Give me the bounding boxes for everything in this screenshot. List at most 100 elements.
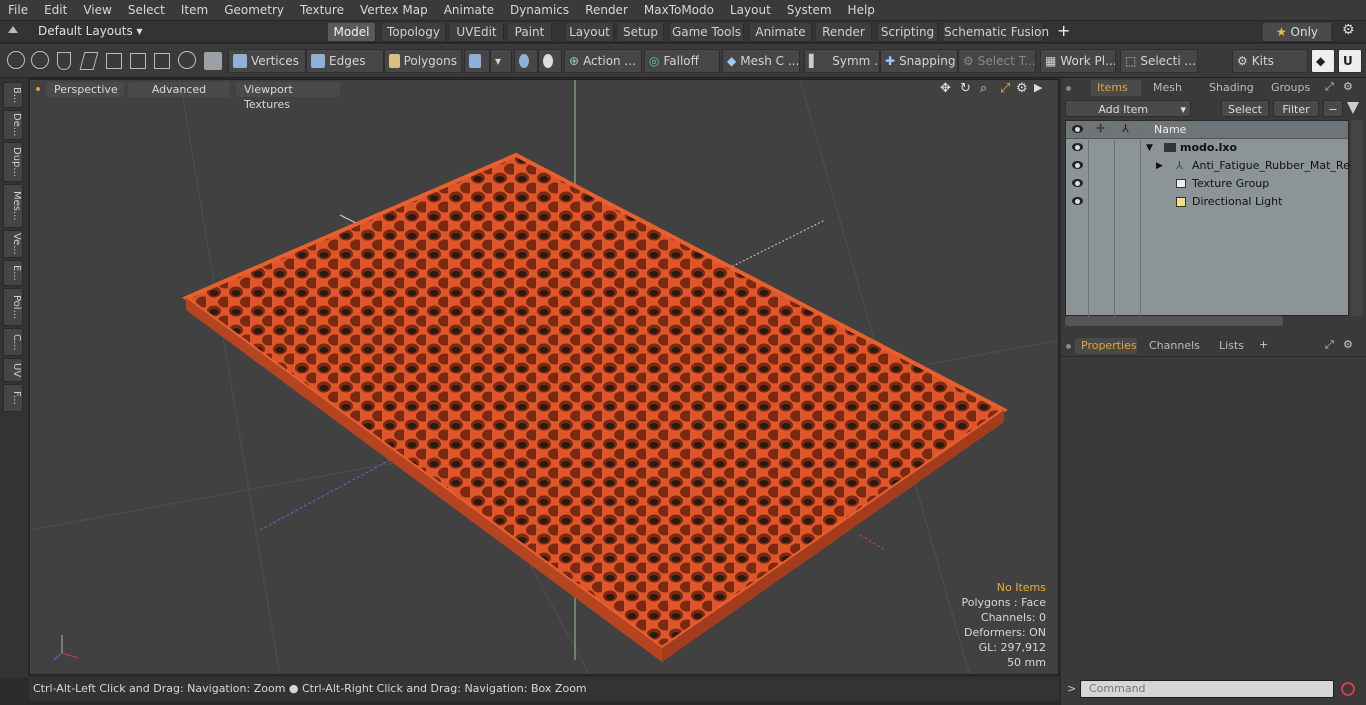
menu-animate[interactable]: Animate [436, 3, 502, 17]
viewport-gear-icon[interactable]: ⚙ [1016, 81, 1028, 96]
tab-paint[interactable]: Paint [508, 23, 552, 41]
menu-view[interactable]: View [75, 3, 119, 17]
tree-row-mesh[interactable]: ▶ ⅄ Anti_Fatigue_Rubber_Mat_Red [1066, 157, 1357, 175]
menu-maxtomodo[interactable]: MaxToModo [636, 3, 722, 17]
tab-game-tools[interactable]: Game Tools [670, 23, 744, 41]
advanced-button[interactable]: Advanced [128, 82, 230, 97]
expand-arrow-icon[interactable]: ▶ [1156, 157, 1163, 175]
tab-setup[interactable]: Setup [618, 23, 664, 41]
stack-icon[interactable] [106, 53, 122, 69]
filter-button[interactable]: Filter [1273, 100, 1319, 117]
left-tab-2[interactable]: Dup... [3, 142, 23, 182]
tab-scripting[interactable]: Scripting [878, 23, 938, 41]
items-gear-icon[interactable]: ⚙ [1343, 80, 1353, 93]
polygons-button[interactable]: Polygons [384, 49, 462, 73]
tree-scrollbar[interactable] [1351, 120, 1363, 316]
selectt-button[interactable]: ⚙ Select T... [958, 49, 1036, 73]
menu-help[interactable]: Help [840, 3, 883, 17]
select-circle-icon[interactable] [7, 51, 25, 69]
material-button[interactable] [514, 49, 538, 73]
viewport-textures-button[interactable]: Viewport Textures [236, 82, 340, 111]
props-tab-0[interactable]: Properties [1075, 338, 1137, 354]
tree-hscroll[interactable] [1065, 316, 1283, 326]
visibility-eye-icon[interactable] [1072, 143, 1083, 151]
perspective-button[interactable]: Perspective [46, 82, 124, 97]
tree-row-scene[interactable]: ▼ modo.lxo [1066, 139, 1348, 157]
left-tab-4[interactable]: Ve... [3, 230, 23, 258]
rubber-mat[interactable] [182, 152, 1008, 662]
frame-icon[interactable] [154, 53, 170, 69]
cube-icon[interactable] [204, 52, 222, 70]
menu-vertex-map[interactable]: Vertex Map [352, 3, 436, 17]
kits-button[interactable]: ⚙ Kits [1232, 49, 1308, 73]
visibility-eye-icon[interactable] [1072, 161, 1083, 169]
items-expand-icon[interactable]: ⤢ [1325, 80, 1334, 94]
left-tab-8[interactable]: UV [3, 358, 23, 382]
unreal-button[interactable]: U [1338, 49, 1362, 73]
tab-animate[interactable]: Animate [750, 23, 812, 41]
left-tab-3[interactable]: Mes... [3, 184, 23, 228]
layout-arrow-icon[interactable] [8, 26, 18, 33]
items-tab-3[interactable]: Groups [1265, 80, 1315, 96]
tab-model[interactable]: Model [328, 23, 376, 41]
items-tab-1[interactable]: Mesh ... [1147, 80, 1197, 110]
collapse-button[interactable]: − [1323, 100, 1343, 117]
meshc-button[interactable]: ◆ Mesh C ... [722, 49, 800, 73]
maximize-view-icon[interactable]: ⤢ [1000, 81, 1010, 96]
menu-item[interactable]: Item [173, 3, 216, 17]
expand-arrow-icon[interactable]: ▼ [1146, 139, 1153, 157]
tree-row-light[interactable]: Directional Light [1066, 193, 1348, 211]
left-tab-1[interactable]: De... [3, 110, 23, 140]
pen-icon[interactable] [57, 52, 71, 70]
tab-render[interactable]: Render [816, 23, 872, 41]
tab-schematic-fusion[interactable]: Schematic Fusion [944, 23, 1049, 41]
props-add-tab-icon[interactable]: + [1259, 338, 1268, 351]
selecti-button[interactable]: ⬚ Selecti ... [1120, 49, 1198, 73]
tab-topology[interactable]: Topology [382, 23, 446, 41]
action-button[interactable]: ⊕ Action ... [564, 49, 642, 73]
clock-icon[interactable] [178, 51, 196, 69]
tab-uvedit[interactable]: UVEdit [450, 23, 504, 41]
zoom-view-icon[interactable]: ⌕ [980, 81, 987, 96]
viewport-scene[interactable] [30, 80, 1059, 675]
unity-button[interactable]: ◆ [1311, 49, 1335, 73]
funnel-icon[interactable] [1347, 102, 1359, 114]
left-tab-0[interactable]: B... [3, 82, 23, 108]
tree-row-texture-group[interactable]: Texture Group [1066, 175, 1348, 193]
material2-button[interactable] [538, 49, 562, 73]
menu-geometry[interactable]: Geometry [216, 3, 292, 17]
left-tab-5[interactable]: E... [3, 260, 23, 286]
mode-dropdown[interactable]: ▾ [490, 49, 512, 73]
symm-button[interactable]: ▌ Symm ... [804, 49, 880, 73]
layout-selector[interactable]: Default Layouts ▾ [38, 24, 143, 38]
left-tab-7[interactable]: C... [3, 328, 23, 356]
left-tab-9[interactable]: F... [3, 384, 23, 412]
menu-edit[interactable]: Edit [36, 3, 75, 17]
record-icon[interactable] [1341, 682, 1355, 696]
props-tab-1[interactable]: Channels [1143, 338, 1209, 354]
add-item-button[interactable]: Add Item ▾ [1065, 100, 1191, 117]
workpl-button[interactable]: ▦ Work Pl... [1040, 49, 1116, 73]
menu-render[interactable]: Render [577, 3, 636, 17]
props-gear-icon[interactable]: ⚙ [1343, 338, 1353, 351]
menu-dynamics[interactable]: Dynamics [502, 3, 577, 17]
left-tab-6[interactable]: Pol... [3, 288, 23, 326]
grid-icon[interactable] [130, 53, 146, 69]
menu-file[interactable]: File [0, 3, 36, 17]
rotate-view-icon[interactable]: ↻ [960, 81, 971, 96]
props-expand-icon[interactable]: ⤢ [1325, 338, 1334, 352]
item-mode-button[interactable] [464, 49, 490, 73]
tab-layout[interactable]: Layout [566, 23, 614, 41]
snapping-button[interactable]: ✚ Snapping [880, 49, 958, 73]
menu-layout[interactable]: Layout [722, 3, 779, 17]
gear-icon[interactable]: ⚙ [1342, 22, 1355, 38]
items-tab-0[interactable]: Items [1091, 80, 1141, 96]
edges-button[interactable]: Edges [306, 49, 384, 73]
visibility-eye-icon[interactable] [1072, 179, 1083, 187]
menu-select[interactable]: Select [120, 3, 173, 17]
move-view-icon[interactable]: ✥ [940, 81, 951, 96]
brush-icon[interactable] [79, 52, 99, 70]
only-toggle[interactable]: ★ Only [1263, 23, 1331, 41]
menu-system[interactable]: System [779, 3, 840, 17]
items-tab-2[interactable]: Shading [1203, 80, 1261, 96]
